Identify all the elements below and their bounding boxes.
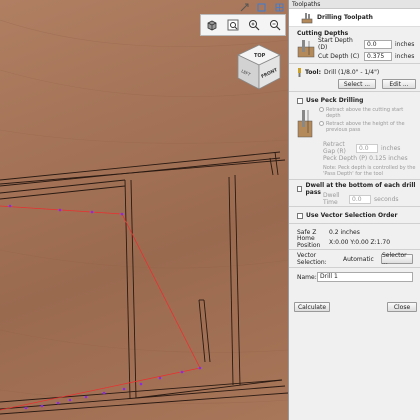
toolpath-name: Drilling Toolpath <box>317 14 373 21</box>
tool-select-button[interactable]: Select ... <box>338 79 376 89</box>
peck-diagram-icon <box>297 110 313 138</box>
vector-order-title: Use Vector Selection Order <box>306 212 398 219</box>
cutting-depths-section: Cutting Depths Start Depth (D) 0.0 inche… <box>289 27 420 64</box>
tool-section: Tool: Drill (1/8.0" - 1/4") Select ... E… <box>289 64 420 92</box>
peck-checkbox[interactable] <box>297 97 303 104</box>
node-edit-icon[interactable] <box>257 3 266 12</box>
view-toolbar <box>200 14 286 36</box>
retract-gap-input[interactable]: 0.0 <box>356 143 378 153</box>
vector-order-section: Use Vector Selection Order <box>289 207 420 224</box>
retract-gap-label: Retract Gap (R) <box>323 141 346 155</box>
peck-depth-text: Peck Depth (P) 0.125 inches <box>323 154 408 162</box>
panel-title: Toolpaths <box>289 0 420 9</box>
zoom-out-icon[interactable] <box>268 18 282 32</box>
peck-option-2: Retract above the height of the previous… <box>326 121 405 133</box>
calculate-button[interactable]: Calculate <box>294 302 330 312</box>
dwell-time-input[interactable]: 0.0 <box>349 194 371 204</box>
grid-icon[interactable] <box>275 3 284 12</box>
dwell-section: Dwell at the bottom of each drill pass D… <box>289 180 420 207</box>
vector-order-checkbox[interactable] <box>297 212 303 219</box>
viewport-top-icons <box>236 0 288 14</box>
zoom-in-icon[interactable] <box>247 18 261 32</box>
zoom-extents-icon[interactable] <box>226 18 240 32</box>
peck-retract-prev-radio[interactable] <box>319 121 324 126</box>
toolpaths-panel: Toolpaths Drilling Toolpath Cutting Dept… <box>288 0 420 420</box>
home-position-value: X:0.00 Y:0.00 Z:1.70 <box>329 238 391 246</box>
dwell-checkbox[interactable] <box>297 185 303 192</box>
cut-depth-input[interactable]: 0.375 <box>364 51 392 61</box>
start-depth-label: Start Depth (D) <box>318 37 353 51</box>
toolpath-header: Drilling Toolpath <box>289 9 420 27</box>
vector-selection-section: Vector Selection: Automatic Selector ... <box>289 250 420 268</box>
peck-section: Use Peck Drilling Retract above the cutt… <box>289 92 420 180</box>
peck-retract-start-radio[interactable] <box>319 107 324 112</box>
peck-title: Use Peck Drilling <box>306 97 364 104</box>
drilling-toolpath-icon <box>301 12 313 23</box>
start-depth-input[interactable]: 0.0 <box>364 39 392 49</box>
selector-button[interactable]: Selector ... <box>381 252 413 266</box>
peck-note: Note: Peck depth is controlled by the 'P… <box>323 165 416 177</box>
home-position-label: Home Position <box>297 235 321 249</box>
tool-value: Drill (1/8.0" - 1/4") <box>324 68 380 76</box>
name-input[interactable]: Drill 1 <box>317 272 413 282</box>
peck-option-1: Retract above the cutting start depth <box>326 107 404 119</box>
cut-depth-unit: inches <box>395 52 415 60</box>
bottom-bar: Calculate Close <box>289 300 420 314</box>
cube-top-label: TOP <box>254 53 266 59</box>
dwell-time-unit: seconds <box>374 195 399 203</box>
depth-diagram-icon <box>297 40 315 58</box>
3d-viewport[interactable]: TOP LEFT FRONT <box>0 0 288 420</box>
tool-icon <box>298 67 301 77</box>
transform-icon[interactable] <box>240 3 249 12</box>
name-label: Name: <box>297 273 317 281</box>
cutting-depths-title: Cutting Depths <box>297 30 349 37</box>
info-section: Safe Z 0.2 inches Home Position X:0.00 Y… <box>289 224 420 250</box>
vector-selection-value: Automatic <box>343 255 374 263</box>
vector-selection-label: Vector Selection: <box>297 252 327 266</box>
safe-z-value: 0.2 inches <box>329 228 360 236</box>
start-depth-unit: inches <box>395 40 415 48</box>
tool-edit-button[interactable]: Edit ... <box>382 79 416 89</box>
dwell-time-label: Dwell Time <box>323 192 340 206</box>
cut-depth-label: Cut Depth (C) <box>318 52 360 60</box>
tool-label: Tool: <box>305 68 321 76</box>
view-cube[interactable]: TOP LEFT FRONT <box>234 42 284 92</box>
name-section: Name: Drill 1 <box>289 268 420 285</box>
close-button[interactable]: Close <box>387 302 417 312</box>
retract-gap-unit: inches <box>381 144 401 152</box>
view-iso-icon[interactable] <box>205 18 219 32</box>
drill-points <box>8 204 202 410</box>
toolpath-boundary <box>0 205 201 411</box>
